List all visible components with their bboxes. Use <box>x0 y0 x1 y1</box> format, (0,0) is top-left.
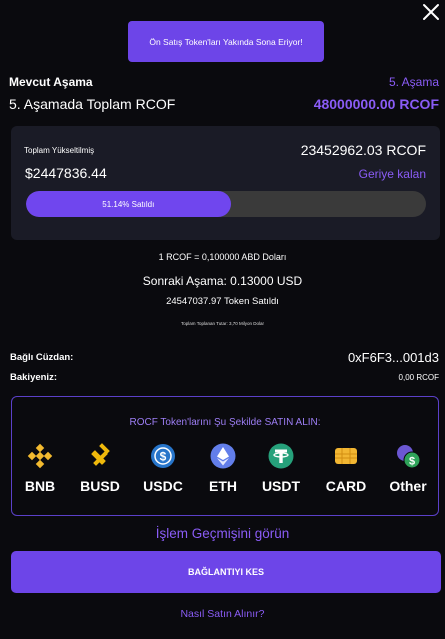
svg-text:$: $ <box>409 456 415 468</box>
next-stage-price: Sonraki Aşama: 0.13000 USD <box>142 274 303 288</box>
busd-icon <box>91 443 110 466</box>
balance-label: Bakiyeniz: <box>10 372 57 383</box>
buy-option-label: BNB <box>24 478 56 494</box>
buy-option-label: USDT <box>261 478 301 494</box>
sale-progress-text: 51.14% Satıldı <box>102 199 155 209</box>
stage-total-label: 5. Aşamada Toplam RCOF <box>9 96 176 112</box>
raised-usd: $2447836.44 <box>25 165 107 181</box>
buy-option-label: USDC <box>143 478 183 494</box>
card-icon <box>335 448 357 464</box>
raised-label: Toplam Yükseltilmiş <box>24 146 95 155</box>
buy-option-busd[interactable]: BUSD <box>70 443 130 494</box>
connected-wallet-label: Bağlı Cüzdan: <box>10 352 74 363</box>
usdc-icon: $ <box>151 444 175 468</box>
raised-card: Toplam Yükseltilmiş 23452962.03 RCOF $24… <box>11 126 440 240</box>
sale-progress-bar: 51.14% Satıldı <box>26 191 426 217</box>
buy-option-usdc[interactable]: $ USDC <box>133 443 193 494</box>
current-stage-row: Mevcut Aşama 5. Aşama <box>9 75 439 89</box>
usdt-icon <box>268 443 294 469</box>
buy-option-label: ETH <box>209 478 237 494</box>
buy-option-bnb[interactable]: BNB <box>10 443 70 494</box>
buy-option-other[interactable]: $ Other <box>378 443 438 494</box>
buy-option-card[interactable]: CARD <box>316 443 376 494</box>
sale-progress-fill: 51.14% Satıldı <box>26 191 231 217</box>
other-coins-icon: $ <box>397 445 421 469</box>
current-stage-label: Mevcut Aşama <box>9 75 93 89</box>
banner-text: Ön Satış Token'ları Yakında Sona Eriyor! <box>149 36 303 47</box>
buy-option-label: Other <box>389 478 427 494</box>
presale-ending-banner: Ön Satış Token'ları Yakında Sona Eriyor! <box>128 21 324 62</box>
close-icon[interactable] <box>421 2 441 22</box>
buy-options-box: ROCF Token'larını Şu Şekilde SATIN ALIN:… <box>11 396 439 516</box>
stage-total-row: 5. Aşamada Toplam RCOF 48000000.00 RCOF <box>9 96 439 112</box>
transaction-history-link[interactable]: İşlem Geçmişini görün <box>0 526 445 541</box>
connected-wallet-row: Bağlı Cüzdan: 0xF6F3...001d3 <box>10 350 439 365</box>
svg-text:$: $ <box>160 450 167 464</box>
balance-row: Bakiyeniz: 0,00 RCOF <box>10 372 439 383</box>
wallet-address: 0xF6F3...001d3 <box>347 350 439 365</box>
buy-option-eth[interactable]: ETH <box>193 443 253 494</box>
raised-tokens: 23452962.03 RCOF <box>300 142 426 158</box>
current-stage-value: 5. Aşama <box>388 75 439 89</box>
stage-total-value: 48000000.00 RCOF <box>313 96 439 112</box>
remaining-label: Geriye kalan <box>358 167 426 181</box>
disconnect-button[interactable]: BAĞLANTIYI KES <box>11 551 441 593</box>
buy-option-label: BUSD <box>80 478 120 494</box>
how-to-buy-link[interactable]: Nasıl Satın Alınır? <box>0 608 445 620</box>
buy-option-label: CARD <box>325 478 367 494</box>
eth-icon <box>210 443 236 469</box>
buy-options-title: ROCF Token'larını Şu Şekilde SATIN ALIN: <box>129 417 321 428</box>
bnb-icon <box>27 443 53 469</box>
buy-option-usdt[interactable]: USDT <box>251 443 311 494</box>
exchange-rate: 1 RCOF = 0,100000 ABD Doları <box>158 252 287 262</box>
tokens-sold: 24547037.97 Token Satıldı <box>166 296 279 307</box>
balance-value: 0,00 RCOF <box>398 373 439 382</box>
total-collected: Toplam Toplanan Tutar: 3,70 Milyon Dolar <box>181 321 264 326</box>
